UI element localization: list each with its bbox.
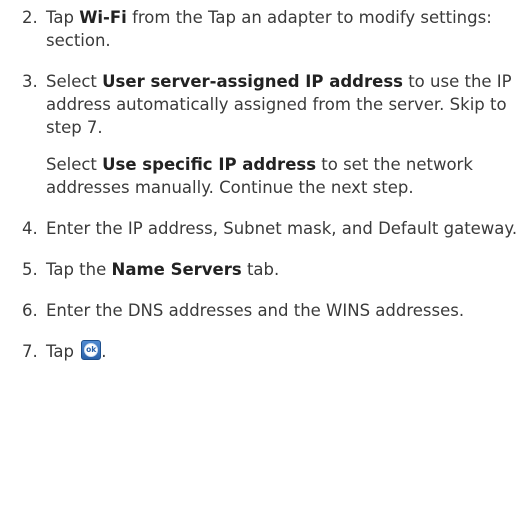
step-number: 7. xyxy=(22,342,38,361)
step-number: 6. xyxy=(22,301,38,320)
ui-term-server-assigned-ip: User server-assigned IP address xyxy=(102,72,403,91)
step-number: 4. xyxy=(22,219,38,238)
document-page: 2. Tap Wi-Fi from the Tap an adapter to … xyxy=(0,0,522,507)
ui-term-name-servers: Name Servers xyxy=(111,260,242,279)
instruction-steps: 2. Tap Wi-Fi from the Tap an adapter to … xyxy=(22,6,518,363)
step-text: Tap ok. xyxy=(46,340,107,361)
step-number: 2. xyxy=(22,8,38,27)
step-text: Select User server-assigned IP address t… xyxy=(46,72,512,137)
ui-term-wifi: Wi-Fi xyxy=(79,8,127,27)
step-number: 3. xyxy=(22,72,38,91)
step-3: 3. Select User server-assigned IP addres… xyxy=(22,70,518,199)
step-subtext: Select Use specific IP address to set th… xyxy=(46,155,473,197)
step-text: Enter the IP address, Subnet mask, and D… xyxy=(46,219,518,238)
step-text: Tap the Name Servers tab. xyxy=(46,260,280,279)
step-7: 7. Tap ok. xyxy=(22,340,518,363)
step-5: 5. Tap the Name Servers tab. xyxy=(22,258,518,281)
step-text: Enter the DNS addresses and the WINS add… xyxy=(46,301,465,320)
ok-icon: ok xyxy=(81,340,102,360)
step-number: 5. xyxy=(22,260,38,279)
ui-term-specific-ip: Use specific IP address xyxy=(102,155,317,174)
step-2: 2. Tap Wi-Fi from the Tap an adapter to … xyxy=(22,6,518,52)
step-4: 4. Enter the IP address, Subnet mask, an… xyxy=(22,217,518,240)
step-6: 6. Enter the DNS addresses and the WINS … xyxy=(22,299,518,322)
step-text: Tap Wi-Fi from the Tap an adapter to mod… xyxy=(46,8,492,50)
